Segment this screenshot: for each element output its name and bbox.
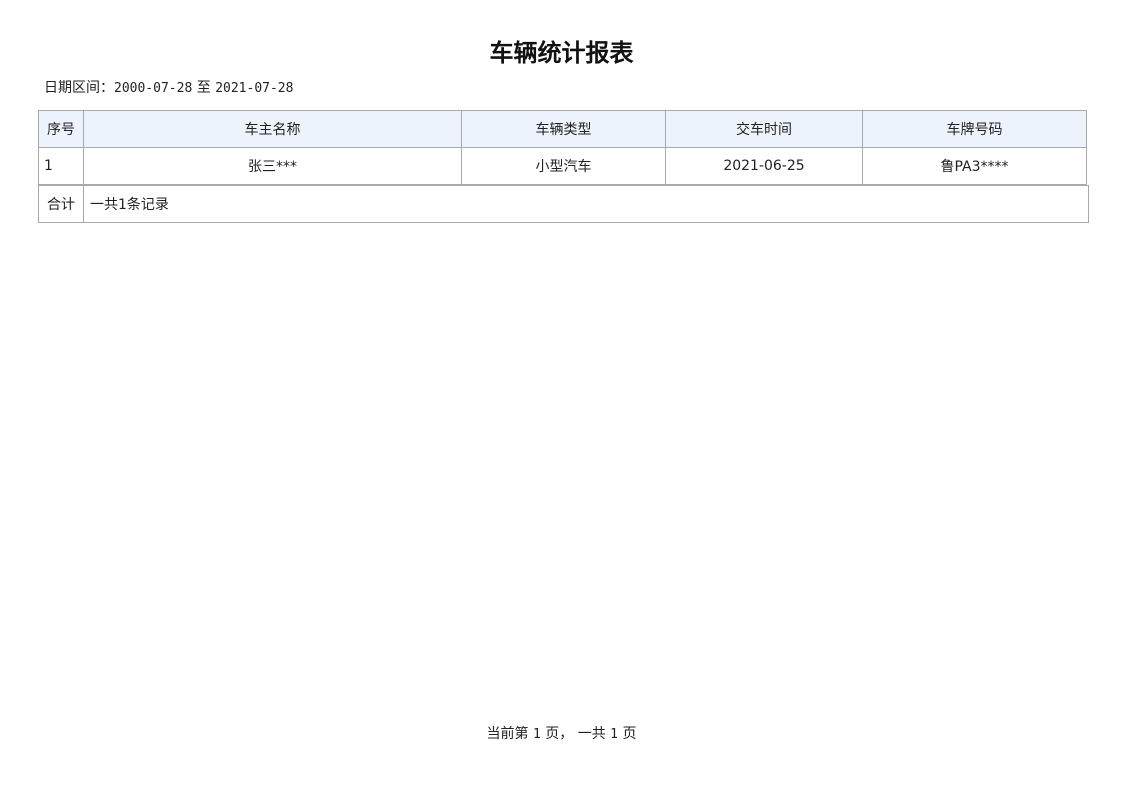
date-range: 日期区间：2000-07-28 至 2021-07-28 xyxy=(44,78,293,99)
summary-label: 合计 xyxy=(39,186,84,222)
page-footer: 当前第 1 页， 一共 1 页 xyxy=(0,724,1123,745)
header-delivery-date: 交车时间 xyxy=(665,110,863,148)
header-owner-name: 车主名称 xyxy=(83,110,462,148)
cell-owner-name: 张三*** xyxy=(83,147,462,185)
summary-row: 合计 一共1条记录 xyxy=(38,185,1089,223)
cell-plate-number: 鲁PA3**** xyxy=(862,147,1087,185)
footer-current-page: 1 xyxy=(532,727,541,742)
footer-prefix: 当前第 xyxy=(486,726,533,742)
header-vehicle-type: 车辆类型 xyxy=(461,110,666,148)
report-table: 序号 车主名称 车辆类型 交车时间 车牌号码 1 张三*** 小型汽车 2021… xyxy=(38,110,1087,185)
cell-index: 1 xyxy=(38,147,84,185)
date-range-label: 日期区间： xyxy=(44,80,114,96)
date-range-separator: 至 xyxy=(192,80,216,96)
date-range-start: 2000-07-28 xyxy=(114,81,193,96)
header-index: 序号 xyxy=(38,110,84,148)
footer-total-pages: 1 xyxy=(610,727,618,742)
cell-delivery-date: 2021-06-25 xyxy=(665,147,863,185)
table-header-row: 序号 车主名称 车辆类型 交车时间 车牌号码 xyxy=(38,110,1087,148)
table-row: 1 张三*** 小型汽车 2021-06-25 鲁PA3**** xyxy=(38,147,1087,185)
cell-vehicle-type: 小型汽车 xyxy=(461,147,666,185)
footer-suffix: 页 xyxy=(618,726,637,742)
footer-middle: 页， 一共 xyxy=(540,726,611,742)
summary-text: 一共1条记录 xyxy=(90,197,169,213)
date-range-end: 2021-07-28 xyxy=(215,81,294,96)
header-plate-number: 车牌号码 xyxy=(862,110,1087,148)
report-title: 车辆统计报表 xyxy=(489,38,634,67)
